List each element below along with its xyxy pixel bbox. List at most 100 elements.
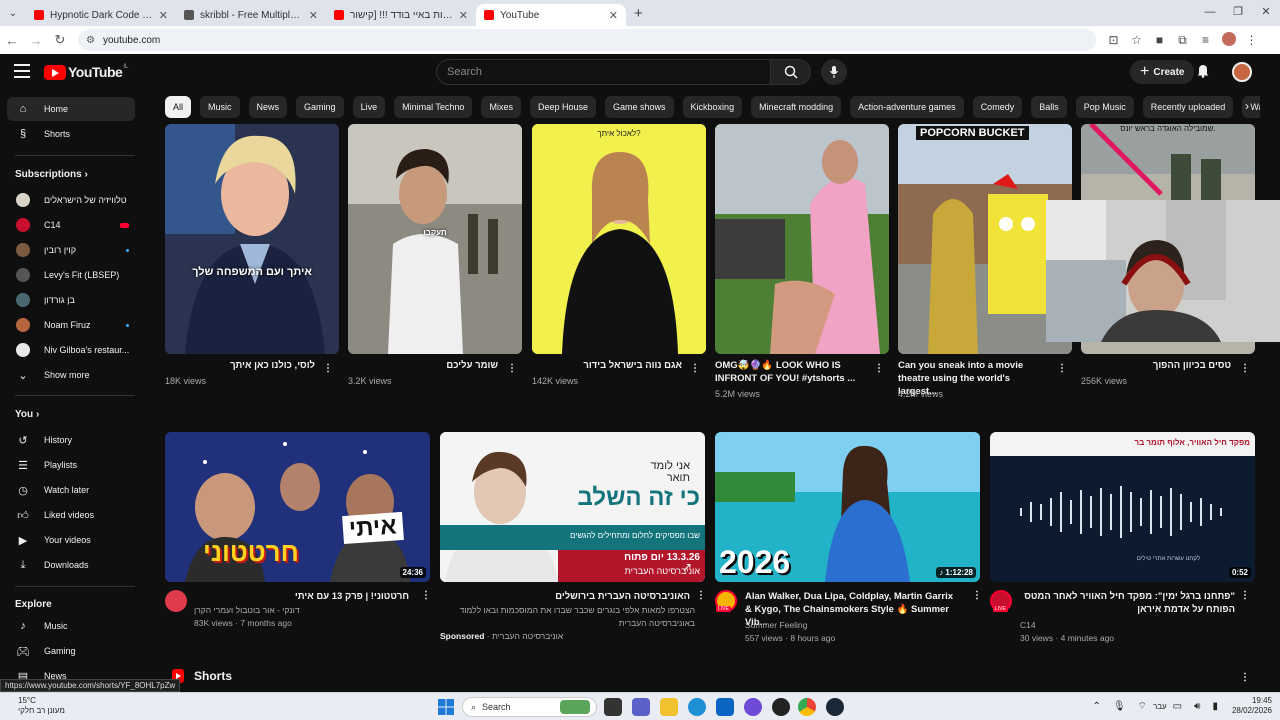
chip[interactable]: Action-adventure games <box>850 96 964 118</box>
taskbar-search[interactable]: ⌕ Search <box>462 697 597 717</box>
battery-icon[interactable]: ▮ <box>1212 701 1218 712</box>
edge-icon[interactable] <box>688 698 706 716</box>
install-app-icon[interactable]: ⊡ <box>1102 33 1125 47</box>
more-actions-icon[interactable]: ⋮ <box>421 590 431 601</box>
display-icon[interactable]: ▭ <box>1173 701 1182 712</box>
search-button[interactable] <box>771 59 811 85</box>
browser-tab-1[interactable]: Hypnotic Dark Code | Futuristic ✕ <box>26 4 176 26</box>
voice-search-button[interactable] <box>821 59 847 85</box>
sidebar-item-playlists[interactable]: ☰ Playlists <box>7 453 135 477</box>
more-actions-icon[interactable]: ⋮ <box>507 363 517 374</box>
chip[interactable]: Live <box>352 96 386 118</box>
channel-name[interactable]: Summer Feeling <box>745 619 960 632</box>
video-title[interactable]: חרטטוני! | פרק 13 עם איתי <box>194 590 409 603</box>
discord-icon[interactable] <box>744 698 762 716</box>
chrome-icon[interactable] <box>798 698 816 716</box>
sidebar-item-home[interactable]: ⌂ Home <box>7 97 135 121</box>
chip-all[interactable]: All <box>165 96 192 118</box>
forward-icon[interactable]: → <box>24 33 48 48</box>
close-tab-icon[interactable]: ✕ <box>309 9 318 22</box>
chip[interactable]: Gaming <box>296 96 344 118</box>
notifications-button[interactable] <box>1196 63 1210 81</box>
chevron-right-icon[interactable]: › <box>1245 99 1249 113</box>
sidebar-subscription[interactable]: Noam Firuz <box>7 313 135 337</box>
close-tab-icon[interactable]: ✕ <box>159 9 168 22</box>
sidebar-item-shorts[interactable]: § Shorts <box>7 122 135 146</box>
youtube-logo[interactable]: YouTube IL <box>44 64 128 80</box>
sidebar-subscription[interactable]: קוין רובין <box>7 238 135 262</box>
media-control-icon[interactable]: ≡ <box>1194 33 1217 47</box>
more-actions-icon[interactable]: ⋮ <box>1240 363 1250 374</box>
bookmark-star-icon[interactable]: ☆ <box>1125 33 1148 47</box>
ad-thumbnail[interactable]: אני לומד תואר כי זה השלב שבו מפסיקים לחלו… <box>440 432 705 582</box>
account-avatar[interactable] <box>1232 62 1252 82</box>
channel-avatar[interactable] <box>165 590 187 612</box>
site-info-icon[interactable]: ⚙ <box>86 35 95 46</box>
extensions-puzzle-icon[interactable]: ⧉ <box>1171 33 1194 48</box>
short-title[interactable]: אגם נווה בישראל בידור <box>532 359 682 372</box>
advertiser-name[interactable]: אוניברסיטה העברית <box>492 631 563 641</box>
chip[interactable]: News <box>248 96 288 118</box>
subscriptions-heading[interactable]: Subscriptions › <box>15 169 88 180</box>
more-actions-icon[interactable]: ⋮ <box>696 590 706 601</box>
back-icon[interactable]: ← <box>0 33 24 48</box>
ad-title[interactable]: האוניברסיטה העברית בירושלים <box>440 590 690 603</box>
more-actions-icon[interactable]: ⋮ <box>690 363 700 374</box>
chip[interactable]: Minecraft modding <box>751 96 842 118</box>
channel-name[interactable]: דונקי - אור בוטבול ועמרי הקרן <box>194 604 409 617</box>
clock[interactable]: 19:45 28/02/2026 <box>1232 696 1272 716</box>
sidebar-item-music[interactable]: ♪ Music <box>7 614 135 638</box>
search-input[interactable]: Search <box>436 59 771 85</box>
short-thumbnail[interactable]: לאכול איתך? <box>532 124 706 354</box>
chip[interactable]: Comedy <box>972 96 1023 118</box>
steam-icon[interactable] <box>826 698 844 716</box>
sidebar-item-gaming[interactable]: 🎮︎ Gaming <box>7 639 135 663</box>
more-actions-icon[interactable]: ⋮ <box>874 363 884 374</box>
browser-tab-3[interactable]: שידור 24 שעות באיי בודד !!! [קישור ✕ <box>326 4 476 26</box>
more-actions-icon[interactable]: ⋮ <box>323 363 333 374</box>
sidebar-show-more[interactable]: ⌄ Show more <box>7 363 135 387</box>
url-bar[interactable]: ⚙ youtube.com <box>78 29 1096 51</box>
chip[interactable]: Balls <box>1031 96 1067 118</box>
sidebar-subscription[interactable]: C14 <box>7 213 135 237</box>
extension-icon[interactable]: ■ <box>1148 33 1171 47</box>
network-icon[interactable]: ⌔ <box>1138 700 1147 713</box>
channel-name[interactable]: C14 <box>1020 619 1235 632</box>
sidebar-item-watch-later[interactable]: ◷ Watch later <box>7 478 135 502</box>
volume-icon[interactable]: 🔊︎ <box>1194 701 1200 712</box>
windows-start-icon[interactable] <box>438 699 454 715</box>
browser-tab-2[interactable]: skribbl - Free Multiplayer Draw ✕ <box>176 4 326 26</box>
new-tab-icon[interactable]: + <box>634 5 643 22</box>
sidebar-item-downloads[interactable]: ⤓ Downloads <box>7 553 135 577</box>
minimize-icon[interactable]: — <box>1196 0 1224 24</box>
short-thumbnail[interactable]: תעקבו <box>348 124 522 354</box>
chip[interactable]: Minimal Techno <box>394 96 473 118</box>
sidebar-subscription[interactable]: טלוויזיה של הישראלים <box>7 188 135 212</box>
short-title[interactable]: OMG🤯🔮🔥 LOOK WHO IS INFRONT OF YOU! #ytsh… <box>715 359 865 385</box>
task-view-icon[interactable] <box>604 698 622 716</box>
app-icon[interactable] <box>772 698 790 716</box>
tab-list-icon[interactable]: ⌄ <box>0 0 26 26</box>
restore-icon[interactable]: ❐ <box>1224 0 1252 24</box>
create-button[interactable]: + Create <box>1130 60 1195 84</box>
video-thumbnail[interactable]: חרטטוני איתי 24:36 <box>165 432 430 582</box>
chip[interactable]: Game shows <box>605 96 674 118</box>
hamburger-menu-icon[interactable] <box>14 64 30 78</box>
short-title[interactable]: לוסי, כולנו כאן איתך <box>165 359 315 372</box>
store-icon[interactable] <box>716 698 734 716</box>
channel-avatar-live[interactable]: LIVE <box>990 590 1012 612</box>
reload-icon[interactable]: ↻ <box>48 32 72 48</box>
video-thumbnail[interactable]: מפקד חיל האוויר, אלוף תומר בר לקחנו עשרו… <box>990 432 1255 582</box>
language-indicator[interactable]: עבר <box>1153 702 1167 711</box>
chip[interactable]: Music <box>200 96 240 118</box>
sidebar-subscription[interactable]: בן גורדון <box>7 288 135 312</box>
teams-icon[interactable] <box>632 698 650 716</box>
channel-avatar-live[interactable]: LIVE <box>715 590 737 612</box>
chip[interactable]: Deep House <box>529 96 597 118</box>
menu-kebab-icon[interactable]: ⋮ <box>1240 33 1263 47</box>
sidebar-subscription[interactable]: Levy's Fit (LBSEP) <box>7 263 135 287</box>
short-title[interactable]: טסים בכיוון ההפוך <box>1081 359 1231 372</box>
short-thumbnail[interactable] <box>715 124 889 354</box>
more-actions-icon[interactable]: ⋮ <box>972 590 982 601</box>
video-title[interactable]: "פתחנו ברגל ימין": מפקד חיל האוויר לאחר … <box>1020 590 1235 616</box>
